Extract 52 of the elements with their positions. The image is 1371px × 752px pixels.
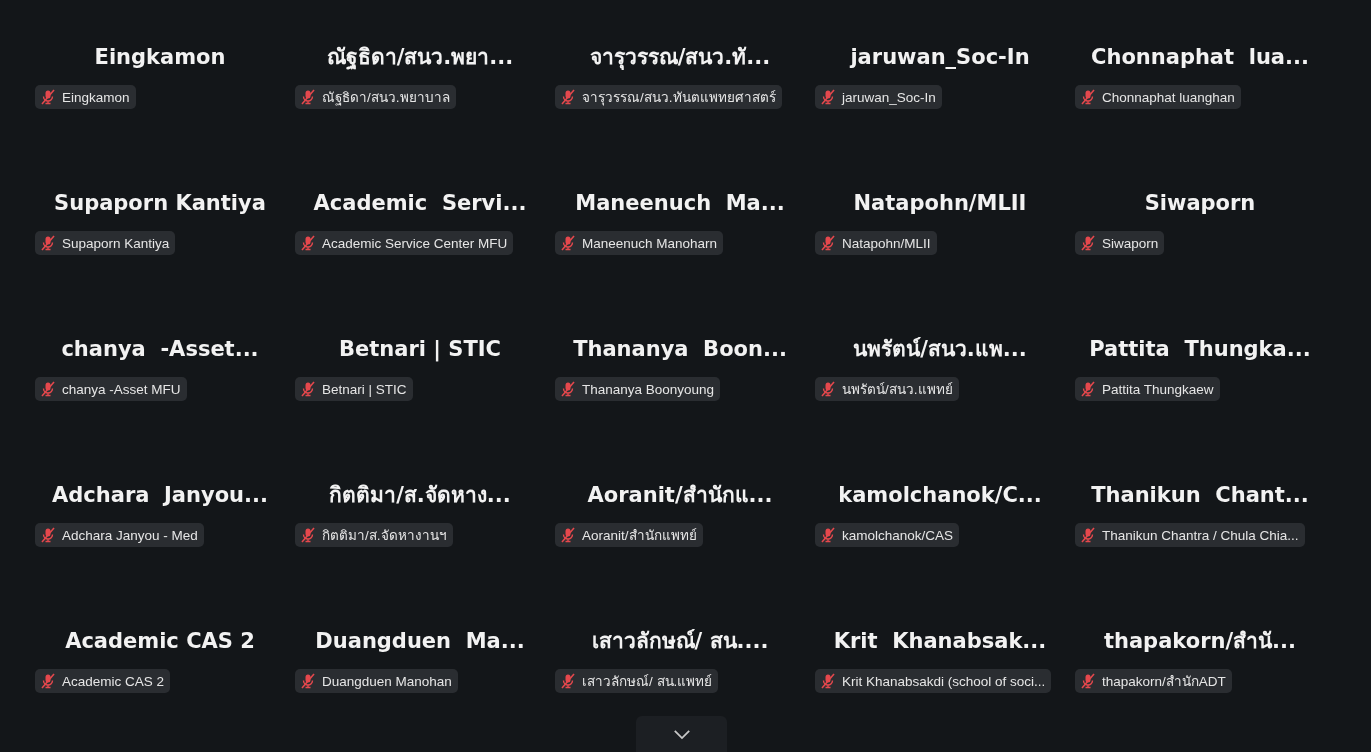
participant-label: Natapohn/MLII [842,235,931,251]
participant-label: กิตติมา/ส.จัดหางานฯ [322,527,447,545]
participant-name: thapakorn/สำนั... [1102,628,1298,655]
participant-label: เสาวลักษณ์/ สน.แพทย์ [582,673,713,691]
participant-name: Adchara Janyou... [51,482,269,509]
participant-label: Siwaporn [1102,235,1159,251]
participant-label: นพรัตน์/สนว.แพทย์ [842,381,953,399]
participant-label: Eingkamon [62,89,130,105]
expand-button[interactable] [636,716,727,752]
participant-name: Natapohn/MLII [852,190,1028,217]
participant-name: kamolchanok/C... [837,482,1043,509]
participant-name: Eingkamon [93,44,227,71]
participant-label: Pattita Thungkaew [1102,381,1214,397]
chevron-down-icon [672,728,691,740]
participant-name: Siwaporn [1143,190,1257,217]
participant-label: Academic CAS 2 [62,673,165,689]
participant-label: Academic Service Center MFU [322,235,508,251]
participant-label: Thananya Boonyoung [582,381,715,397]
participant-name: Betnari | STIC [338,336,502,364]
participant-label: Krit Khanabsakdi (school of soci... [842,673,1046,689]
participant-name: Maneenuch Ma... [574,190,786,217]
participant-label: Supaporn Kantiya [62,235,170,251]
participant-label: jaruwan_Soc-In [842,89,936,105]
participant-label: จารุวรรณ/สนว.ทันตแพทยศาสตร์ [582,89,776,108]
participant-name: Academic CAS 2 [64,628,256,655]
participant-name: Krit Khanabsak... [832,628,1048,655]
participant-name: กิตติมา/ส.จัดหาง... [328,482,512,509]
participant-name: chanya -Asset... [60,336,260,363]
participant-label: Betnari | STIC [322,381,407,397]
participant-name: จารุวรรณ/สนว.ทั... [588,44,772,72]
participant-name: Pattita Thungka... [1088,336,1312,363]
participant-label: Chonnaphat luanghan [1102,89,1235,105]
participant-label: chanya -Asset MFU [62,381,181,397]
participant-name: jaruwan_Soc-In [848,44,1031,71]
participant-name: Thananya Boon... [572,336,788,363]
participant-name: เสาวลักษณ์/ สน.... [590,628,770,655]
participant-name: Thanikun Chant... [1090,482,1310,509]
participant-name: Duangduen Ma... [314,628,526,655]
participant-label: ณัฐธิดา/สนว.พยาบาล [322,89,450,108]
participant-name: Supaporn Kantiya [53,190,267,217]
participant-name: Chonnaphat lua... [1090,44,1310,71]
participant-name: ณัฐธิดา/สนว.พยา... [325,44,515,72]
participant-label: Aoranit/สำนักแพทย์ [582,527,697,545]
participant-label: thapakorn/สำนักADT [1102,673,1226,691]
participant-label: Thanikun Chantra / Chula Chia... [1102,527,1299,543]
participant-label: Adchara Janyou - Med [62,527,198,543]
participant-name: นพรัตน์/สนว.แพ... [852,336,1028,363]
participant-name: Aoranit/สำนักแ... [586,482,774,509]
participant-label: kamolchanok/CAS [842,527,954,543]
participant-name: Academic Servi... [312,190,528,217]
participant-label: Maneenuch Manoharn [582,235,718,251]
participant-label: Duangduen Manohan [322,673,452,689]
